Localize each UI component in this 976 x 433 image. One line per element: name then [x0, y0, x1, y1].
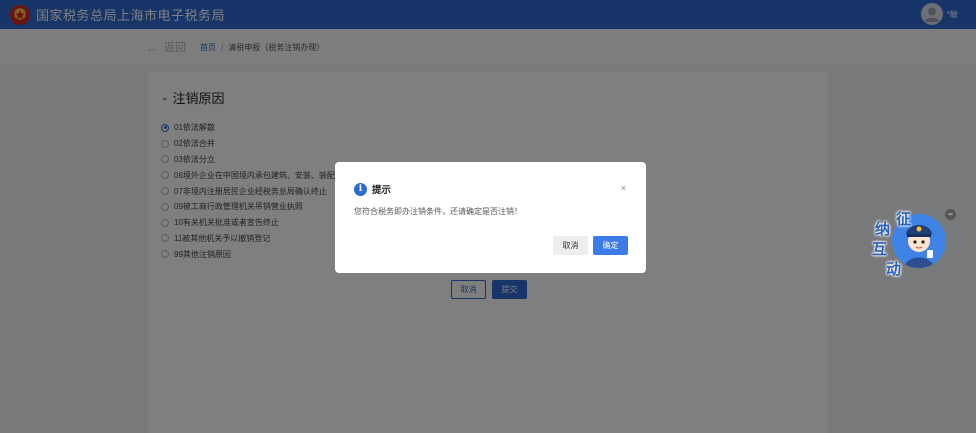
confirm-dialog: i 提示 × 您符合税务即办注销条件，还请确定是否注销！ 取消 确定: [335, 162, 646, 273]
dialog-cancel-button[interactable]: 取消: [553, 236, 588, 255]
widget-char: 互: [872, 240, 888, 258]
info-icon: i: [354, 182, 367, 196]
dialog-confirm-button[interactable]: 确定: [593, 236, 628, 255]
dialog-message: 您符合税务即办注销条件，还请确定是否注销！: [354, 207, 522, 216]
assistant-widget[interactable]: 征 纳 互 动 −: [866, 206, 958, 282]
dialog-header: i 提示: [354, 182, 391, 196]
dialog-actions: 取消 确定: [553, 236, 628, 255]
close-icon[interactable]: ×: [621, 183, 626, 193]
minimize-icon[interactable]: −: [945, 209, 956, 220]
widget-char: 动: [886, 260, 902, 278]
dialog-title: 提示: [372, 185, 392, 196]
widget-char: 纳: [875, 220, 891, 238]
widget-char: 征: [896, 210, 912, 228]
